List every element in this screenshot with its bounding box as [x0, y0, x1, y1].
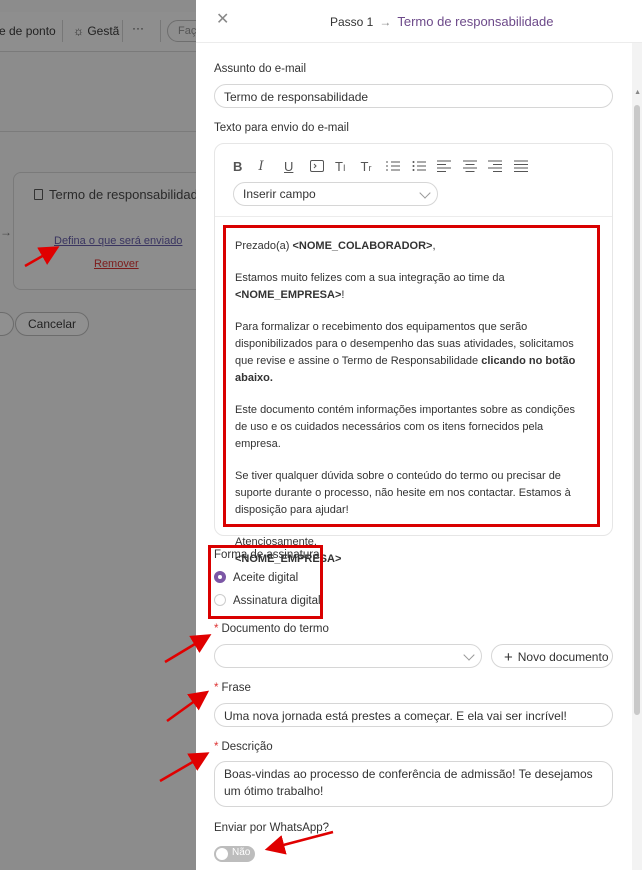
whatsapp-toggle[interactable]: Não — [214, 846, 255, 862]
topbar-item-ponto[interactable]: e de ponto — [0, 24, 56, 38]
toggle-knob — [216, 848, 228, 860]
phrase-input[interactable]: Uma nova jornada está prestes a começar.… — [214, 703, 613, 727]
support-paragraph: Se tiver qualquer dúvida sobre o conteúd… — [235, 470, 571, 516]
background-button[interactable] — [0, 312, 14, 336]
drawer-header: ✕ Passo 1 → Termo de responsabilidade — [196, 0, 642, 43]
phrase-label: * Frase — [214, 682, 251, 694]
radio-aceite-digital[interactable]: Aceite digital — [214, 571, 298, 584]
required-asterisk: * — [214, 623, 219, 635]
insert-field-select[interactable]: Inserir campo — [233, 182, 438, 206]
step-title: Termo de responsabilidade — [397, 14, 554, 29]
radio-assinatura-digital[interactable]: Assinatura digital — [214, 594, 321, 607]
formalize-paragraph: Para formalizar o recebimento dos equipa… — [235, 321, 576, 384]
greeting-paragraph: Prezado(a) <NOME_COLABORADOR>, — [235, 240, 436, 252]
italic-icon[interactable]: I — [259, 158, 285, 176]
topbar-item-gestao[interactable]: ☼ Gestã — [73, 24, 119, 38]
subject-input[interactable]: Termo de responsabilidade — [214, 84, 613, 108]
chevron-down-icon — [419, 187, 431, 199]
editor-divider — [215, 216, 612, 217]
bold-icon[interactable]: B — [233, 158, 259, 176]
document-icon — [34, 189, 43, 200]
topbar-divider — [122, 20, 123, 42]
more-icon[interactable]: ··· — [132, 21, 144, 35]
description-textarea[interactable]: Boas-vindas ao processo de conferência d… — [214, 761, 613, 807]
arrow-right-icon: → — [0, 225, 12, 239]
required-asterisk: * — [214, 682, 219, 694]
background-term-card: Termo de responsabilidade Defina o que s… — [13, 172, 196, 290]
remove-link[interactable]: Remover — [94, 258, 139, 270]
description-label: * Descrição — [214, 741, 273, 753]
scrollbar-thumb[interactable] — [634, 105, 640, 715]
background-divider — [0, 131, 196, 132]
radio-unchecked-icon — [214, 594, 226, 606]
new-document-button[interactable]: + Novo documento — [491, 644, 613, 668]
ordered-list-icon[interactable] — [386, 158, 412, 176]
cancel-button[interactable]: Cancelar — [15, 312, 90, 336]
step-label: Passo 1 — [330, 15, 374, 29]
step-indicator: Passo 1 → Termo de responsabilidade — [330, 14, 553, 29]
welcome-paragraph: Estamos muito felizes com a sua integraç… — [235, 272, 505, 301]
document-label: * Documento do termo — [214, 623, 329, 635]
scroll-up-icon[interactable]: ▲ — [634, 89, 641, 96]
info-paragraph: Este documento contém informações import… — [235, 404, 575, 450]
config-drawer: ✕ Passo 1 → Termo de responsabilidade ▲ As… — [196, 0, 642, 870]
close-icon[interactable]: ✕ — [216, 12, 230, 28]
align-right-icon[interactable] — [488, 158, 514, 176]
card-title: Termo de responsabilidade — [34, 187, 196, 202]
gear-icon: ☼ — [73, 24, 84, 38]
topbar-divider — [62, 20, 63, 42]
underline-icon[interactable]: U — [284, 158, 310, 176]
align-center-icon[interactable] — [462, 158, 489, 176]
scrollbar[interactable]: ▲ — [632, 43, 642, 870]
topbar-search-input[interactable]: Faça — [167, 20, 196, 42]
signature-label: Forma de assinatura — [214, 549, 320, 561]
document-select[interactable] — [214, 644, 482, 668]
font-size-icon[interactable]: TI — [335, 158, 361, 176]
background-app: e de ponto ☼ Gestã ··· Faça → Termo de r… — [0, 0, 196, 870]
body-label: Texto para envio do e-mail — [214, 122, 349, 134]
topbar-divider — [160, 20, 161, 42]
plus-icon: + — [504, 649, 513, 666]
editor-content[interactable]: Prezado(a) <NOME_COLABORADOR>, Estamos m… — [223, 225, 600, 565]
code-icon[interactable] — [309, 158, 336, 176]
arrow-right-icon: → — [379, 15, 392, 29]
chevron-down-icon — [463, 649, 475, 661]
bullet-list-icon[interactable] — [412, 158, 438, 176]
align-left-icon[interactable] — [437, 158, 463, 176]
editor-toolbar: B I U TI Tr — [233, 158, 539, 176]
required-asterisk: * — [214, 741, 219, 753]
clear-format-icon[interactable]: Tr — [361, 158, 387, 176]
define-content-link[interactable]: Defina o que será enviado — [54, 235, 182, 247]
background-topbar: e de ponto ☼ Gestã ··· Faça — [0, 12, 196, 52]
radio-checked-icon — [214, 571, 226, 583]
justify-icon[interactable] — [513, 158, 540, 176]
subject-label: Assunto do e-mail — [214, 63, 307, 75]
rich-text-editor: B I U TI Tr Inserir campo Prezado(a) <NO… — [214, 143, 613, 565]
whatsapp-label: Enviar por WhatsApp? — [214, 822, 330, 834]
